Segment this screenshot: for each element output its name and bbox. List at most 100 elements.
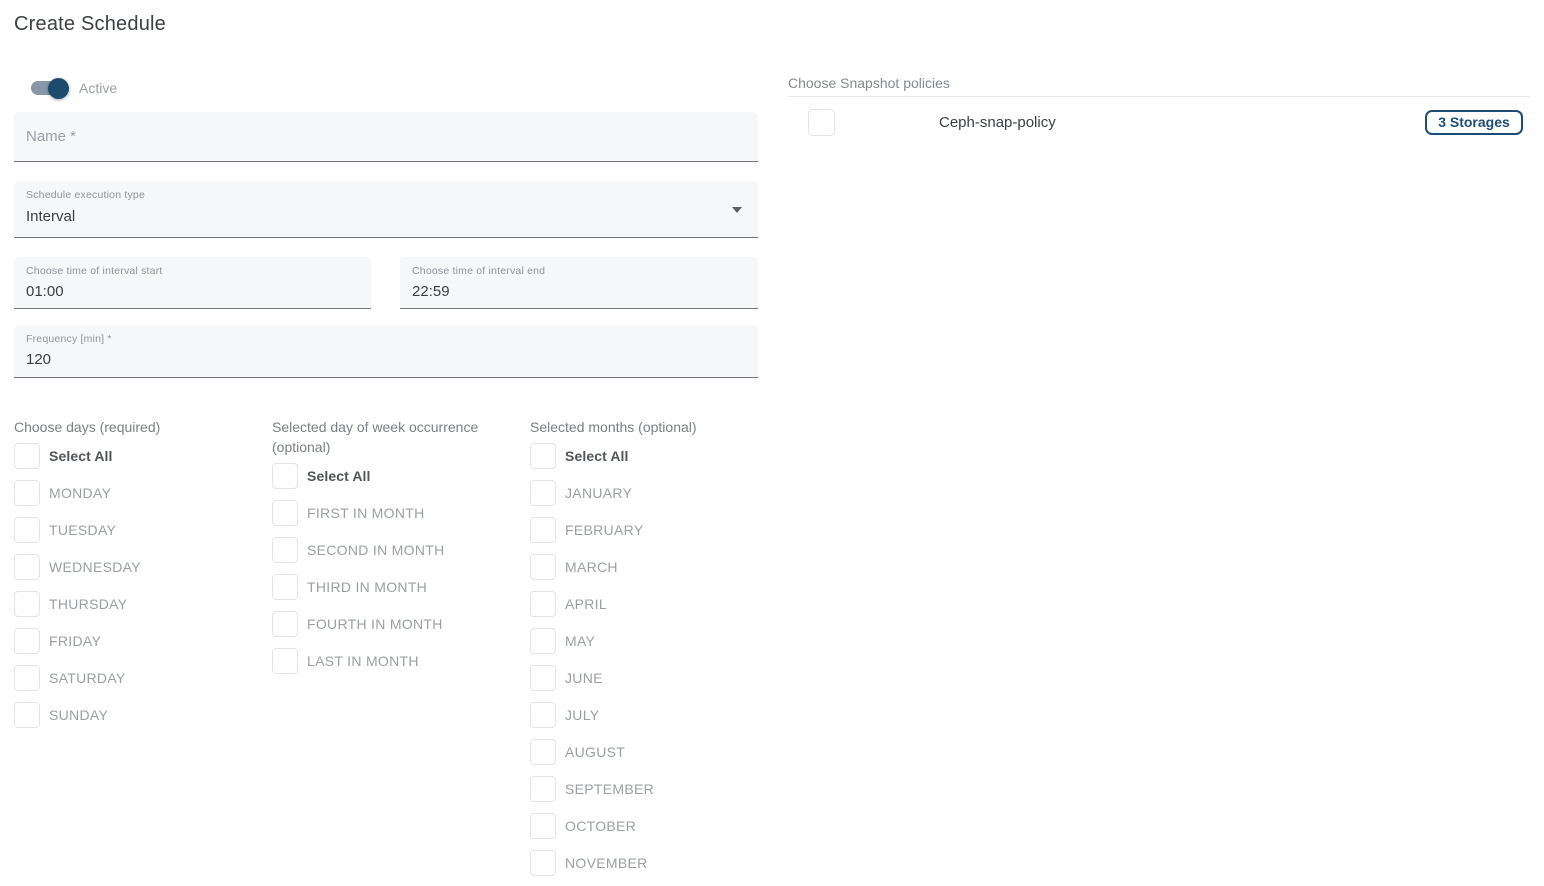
occurrence-option-label: FIRST IN MONTH	[307, 505, 425, 521]
day-option[interactable]: THURSDAY	[14, 591, 266, 617]
occurrence-option[interactable]: THIRD IN MONTH	[272, 574, 524, 600]
months-header: Selected months (optional)	[530, 417, 782, 437]
days-header: Choose days (required)	[14, 417, 266, 437]
name-input[interactable]	[14, 112, 758, 161]
month-option-label: JULY	[565, 707, 599, 723]
occurrence-option[interactable]: FIRST IN MONTH	[272, 500, 524, 526]
month-option-label: AUGUST	[565, 744, 625, 760]
day-option[interactable]: WEDNESDAY	[14, 554, 266, 580]
policy-row[interactable]: Ceph-snap-policy 3 Storages	[788, 97, 1530, 147]
frequency-label: Frequency [min] *	[26, 333, 112, 345]
day-option-label: THURSDAY	[49, 596, 127, 612]
month-option[interactable]: MAY	[530, 628, 782, 654]
occurrence-select-all[interactable]: Select All	[272, 463, 524, 489]
day-option-label: WEDNESDAY	[49, 559, 141, 575]
interval-end-value[interactable]: 22:59	[412, 283, 450, 300]
active-toggle[interactable]: Active	[31, 77, 117, 99]
month-option-label: MAY	[565, 633, 595, 649]
checkbox[interactable]	[272, 500, 298, 526]
checkbox[interactable]	[530, 813, 556, 839]
occurrence-option-label: FOURTH IN MONTH	[307, 616, 443, 632]
select-all-label: Select All	[565, 448, 629, 464]
interval-start-field[interactable]: Choose time of interval start 01:00	[14, 257, 371, 309]
interval-end-label: Choose time of interval end	[412, 265, 545, 277]
create-schedule-page: Create Schedule Active Schedule executio…	[0, 0, 1544, 886]
month-option-label: FEBRUARY	[565, 522, 643, 538]
checkbox[interactable]	[14, 628, 40, 654]
month-option-label: SEPTEMBER	[565, 781, 654, 797]
month-option[interactable]: SEPTEMBER	[530, 776, 782, 802]
select-all-label: Select All	[307, 468, 371, 484]
month-option[interactable]: FEBRUARY	[530, 517, 782, 543]
month-option[interactable]: JANUARY	[530, 480, 782, 506]
checkbox[interactable]	[530, 850, 556, 876]
execution-type-value: Interval	[26, 208, 75, 225]
day-option[interactable]: SUNDAY	[14, 702, 266, 728]
occurrence-option[interactable]: LAST IN MONTH	[272, 648, 524, 674]
interval-start-label: Choose time of interval start	[26, 265, 163, 277]
checkbox[interactable]	[14, 591, 40, 617]
months-select-all[interactable]: Select All	[530, 443, 782, 469]
day-option-label: FRIDAY	[49, 633, 101, 649]
checkbox[interactable]	[530, 443, 556, 469]
occurrence-header: Selected day of week occurrence (optiona…	[272, 417, 524, 457]
checkbox[interactable]	[530, 739, 556, 765]
day-option-label: SUNDAY	[49, 707, 108, 723]
snapshot-policies-header: Choose Snapshot policies	[788, 75, 950, 91]
month-option[interactable]: APRIL	[530, 591, 782, 617]
checkbox[interactable]	[272, 537, 298, 563]
month-option[interactable]: OCTOBER	[530, 813, 782, 839]
execution-type-select[interactable]: Schedule execution type Interval	[14, 181, 758, 238]
page-title: Create Schedule	[14, 13, 166, 36]
toggle-track[interactable]	[31, 81, 67, 95]
checkbox[interactable]	[14, 554, 40, 580]
interval-start-value[interactable]: 01:00	[26, 283, 64, 300]
chevron-down-icon	[732, 207, 742, 213]
day-option[interactable]: TUESDAY	[14, 517, 266, 543]
day-option[interactable]: SATURDAY	[14, 665, 266, 691]
interval-end-field[interactable]: Choose time of interval end 22:59	[400, 257, 758, 309]
month-option[interactable]: JUNE	[530, 665, 782, 691]
month-option[interactable]: MARCH	[530, 554, 782, 580]
policy-checkbox[interactable]	[808, 109, 835, 136]
checkbox[interactable]	[272, 574, 298, 600]
checkbox[interactable]	[14, 517, 40, 543]
checkbox[interactable]	[530, 480, 556, 506]
checkbox[interactable]	[14, 702, 40, 728]
checkbox[interactable]	[530, 628, 556, 654]
name-field[interactable]	[14, 112, 758, 162]
execution-type-label: Schedule execution type	[26, 189, 145, 201]
active-toggle-label: Active	[79, 80, 117, 96]
snapshot-policies-list: Ceph-snap-policy 3 Storages	[788, 97, 1530, 147]
checkbox[interactable]	[14, 443, 40, 469]
occurrence-option[interactable]: FOURTH IN MONTH	[272, 611, 524, 637]
day-option[interactable]: MONDAY	[14, 480, 266, 506]
checkbox[interactable]	[272, 463, 298, 489]
checkbox[interactable]	[530, 554, 556, 580]
frequency-value[interactable]: 120	[26, 351, 51, 368]
frequency-field[interactable]: Frequency [min] * 120	[14, 325, 758, 378]
checkbox[interactable]	[272, 648, 298, 674]
day-option[interactable]: FRIDAY	[14, 628, 266, 654]
day-option-label: SATURDAY	[49, 670, 126, 686]
month-option[interactable]: AUGUST	[530, 739, 782, 765]
checkbox[interactable]	[14, 665, 40, 691]
checkbox[interactable]	[530, 776, 556, 802]
checkbox[interactable]	[14, 480, 40, 506]
occurrence-list: FIRST IN MONTH SECOND IN MONTH THIRD IN …	[272, 500, 524, 674]
storages-count-button[interactable]: 3 Storages	[1425, 110, 1523, 135]
occurrence-option[interactable]: SECOND IN MONTH	[272, 537, 524, 563]
checkbox[interactable]	[530, 517, 556, 543]
months-list: JANUARY FEBRUARY MARCH APRIL	[530, 480, 782, 876]
month-option-label: APRIL	[565, 596, 607, 612]
checkbox[interactable]	[530, 591, 556, 617]
occurrence-option-label: SECOND IN MONTH	[307, 542, 445, 558]
days-select-all[interactable]: Select All	[14, 443, 266, 469]
month-option[interactable]: JULY	[530, 702, 782, 728]
checkbox[interactable]	[272, 611, 298, 637]
month-option[interactable]: NOVEMBER	[530, 850, 782, 876]
days-list: MONDAY TUESDAY WEDNESDAY THURSDAY	[14, 480, 266, 728]
days-section: Choose days (required) Select All MONDAY…	[14, 417, 266, 739]
checkbox[interactable]	[530, 665, 556, 691]
checkbox[interactable]	[530, 702, 556, 728]
